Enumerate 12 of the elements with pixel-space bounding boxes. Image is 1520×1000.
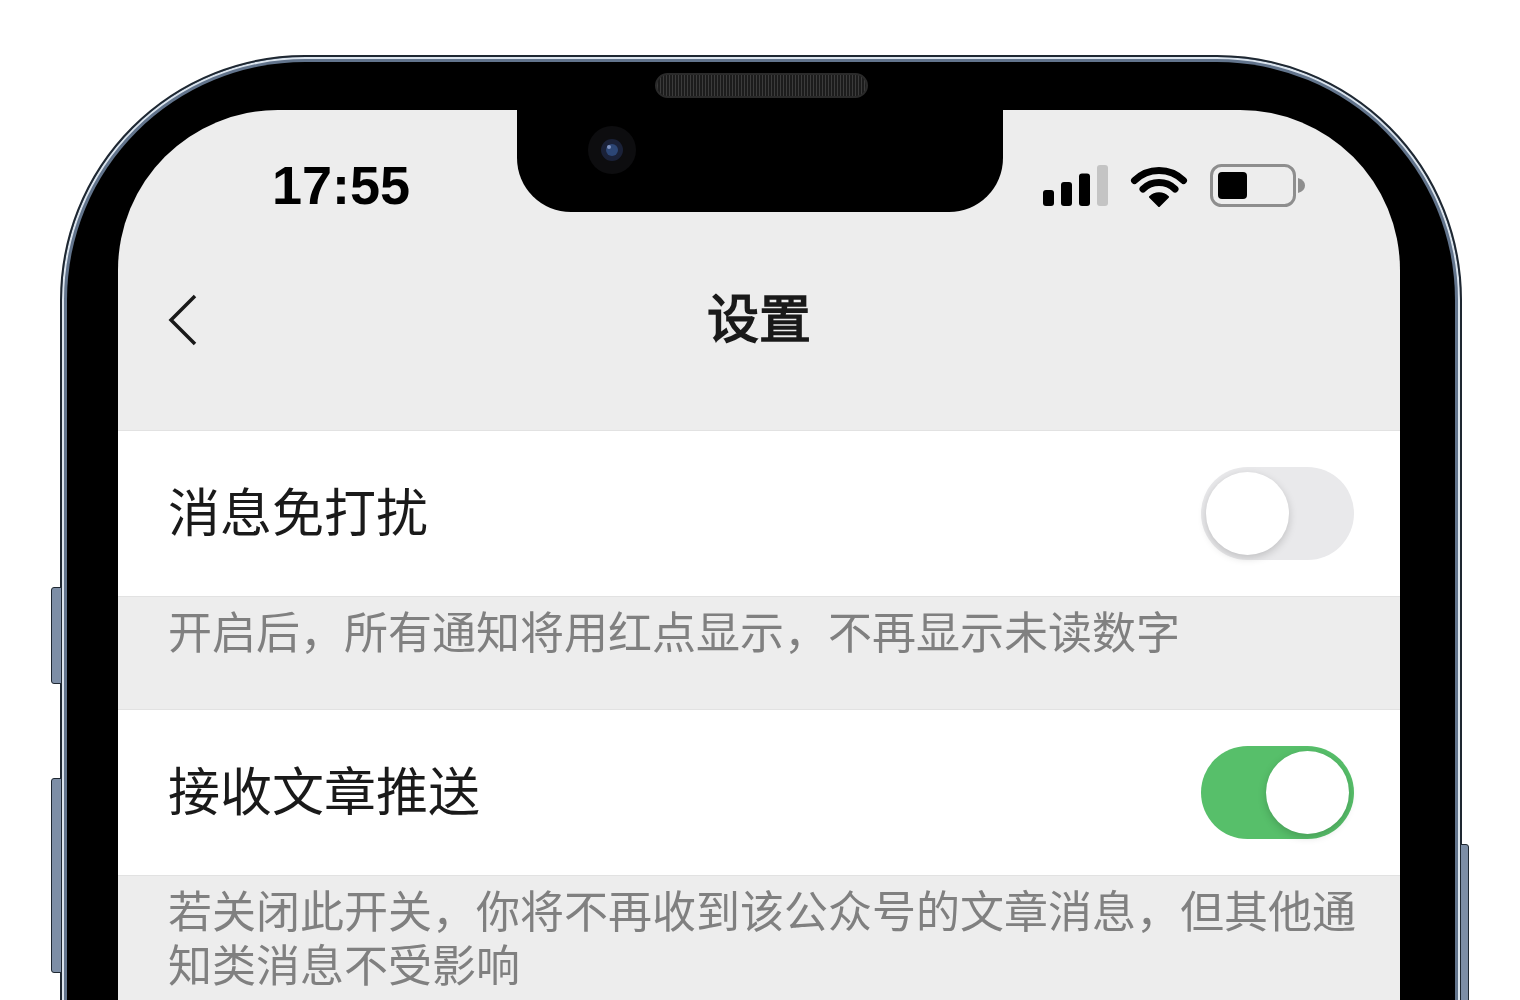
setting-description: 若关闭此开关，你将不再收到该公众号的文章消息，但其他通知类消息不受影响: [168, 887, 1357, 993]
chevron-left-icon: [168, 294, 198, 346]
setting-label: 消息免打扰: [168, 487, 428, 540]
camera-icon: [588, 126, 636, 174]
setting-label: 接收文章推送: [168, 766, 480, 819]
setting-description: 开启后，所有通知将用红点显示，不再显示未读数字: [168, 608, 1181, 660]
status-time: 17:55: [272, 155, 411, 215]
signal-icon: [1043, 165, 1108, 206]
battery-icon: [1210, 164, 1305, 207]
back-button[interactable]: [168, 294, 198, 346]
page-title: 设置: [707, 294, 811, 346]
wifi-icon: [1130, 164, 1188, 207]
